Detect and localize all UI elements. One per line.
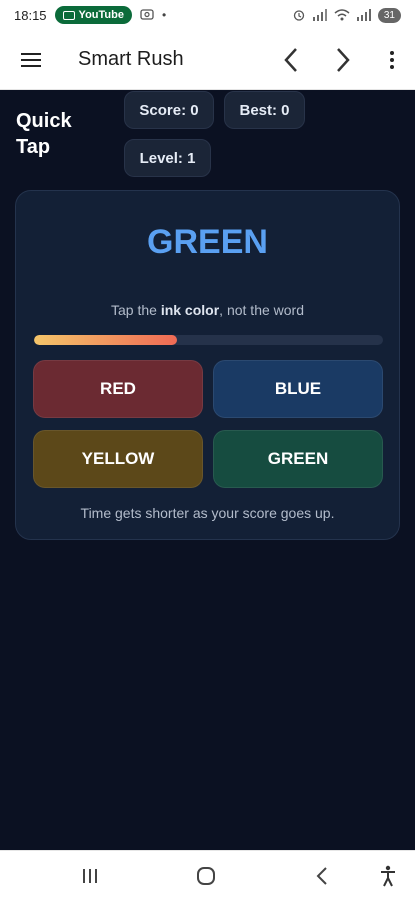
home-button[interactable]: [176, 851, 236, 900]
yellow-button[interactable]: YELLOW: [33, 430, 203, 488]
level-badge: Level: 1: [124, 139, 211, 177]
back-icon: [316, 867, 327, 885]
color-word: GREEN: [147, 223, 268, 261]
game-title-line2: Tap: [16, 136, 51, 158]
more-vertical-icon: [390, 50, 394, 69]
tv-icon: [62, 10, 75, 20]
back-button[interactable]: [265, 30, 317, 90]
screenshot-icon: [140, 8, 154, 23]
instruction-prefix: Tap the: [110, 302, 161, 318]
game-title-line1: Quick: [16, 110, 72, 132]
accessibility-button[interactable]: [358, 851, 415, 900]
youtube-cast-pill: YouTube: [54, 6, 132, 24]
more-options-button[interactable]: [369, 30, 415, 90]
status-time: 18:15: [14, 7, 47, 23]
chevron-left-icon: [284, 47, 297, 72]
game-title: Quick Tap: [16, 108, 106, 160]
recents-button[interactable]: [60, 851, 120, 900]
game-card: GREEN Tap the ink color, not the word RE…: [15, 190, 400, 540]
home-icon: [197, 867, 215, 885]
youtube-label: YouTube: [78, 9, 124, 21]
score-badge: Score: 0: [124, 91, 214, 129]
app-title: Smart Rush: [78, 48, 184, 70]
hamburger-icon: [21, 49, 41, 71]
instruction-suffix: , not the word: [219, 302, 304, 318]
instruction-bold: ink color: [160, 302, 220, 318]
signal-icon-2: [356, 9, 371, 21]
chevron-right-icon: [337, 47, 350, 72]
recents-icon: [83, 869, 97, 883]
green-button[interactable]: GREEN: [213, 430, 383, 488]
system-back-button[interactable]: [292, 851, 352, 900]
red-button[interactable]: RED: [33, 360, 203, 418]
alarm-icon: [293, 10, 305, 21]
timer-bar: [34, 335, 383, 345]
timer-bar-fill: [34, 335, 178, 345]
blue-button[interactable]: BLUE: [213, 360, 383, 418]
signal-icon: [312, 9, 327, 21]
accessibility-icon: [381, 865, 395, 887]
system-nav-bar: [0, 850, 415, 900]
wifi-icon: [334, 9, 350, 21]
instruction-text: Tap the ink color, not the word: [16, 302, 399, 318]
menu-button[interactable]: [0, 30, 62, 90]
status-bar: 18:15 YouTube • 31: [0, 0, 415, 30]
best-badge: Best: 0: [224, 91, 305, 129]
forward-button[interactable]: [317, 30, 369, 90]
dot-icon: •: [161, 8, 167, 22]
hint-text: Time gets shorter as your score goes up.: [80, 505, 335, 521]
battery-badge: 31: [377, 7, 401, 23]
app-bar: Smart Rush: [0, 30, 415, 90]
